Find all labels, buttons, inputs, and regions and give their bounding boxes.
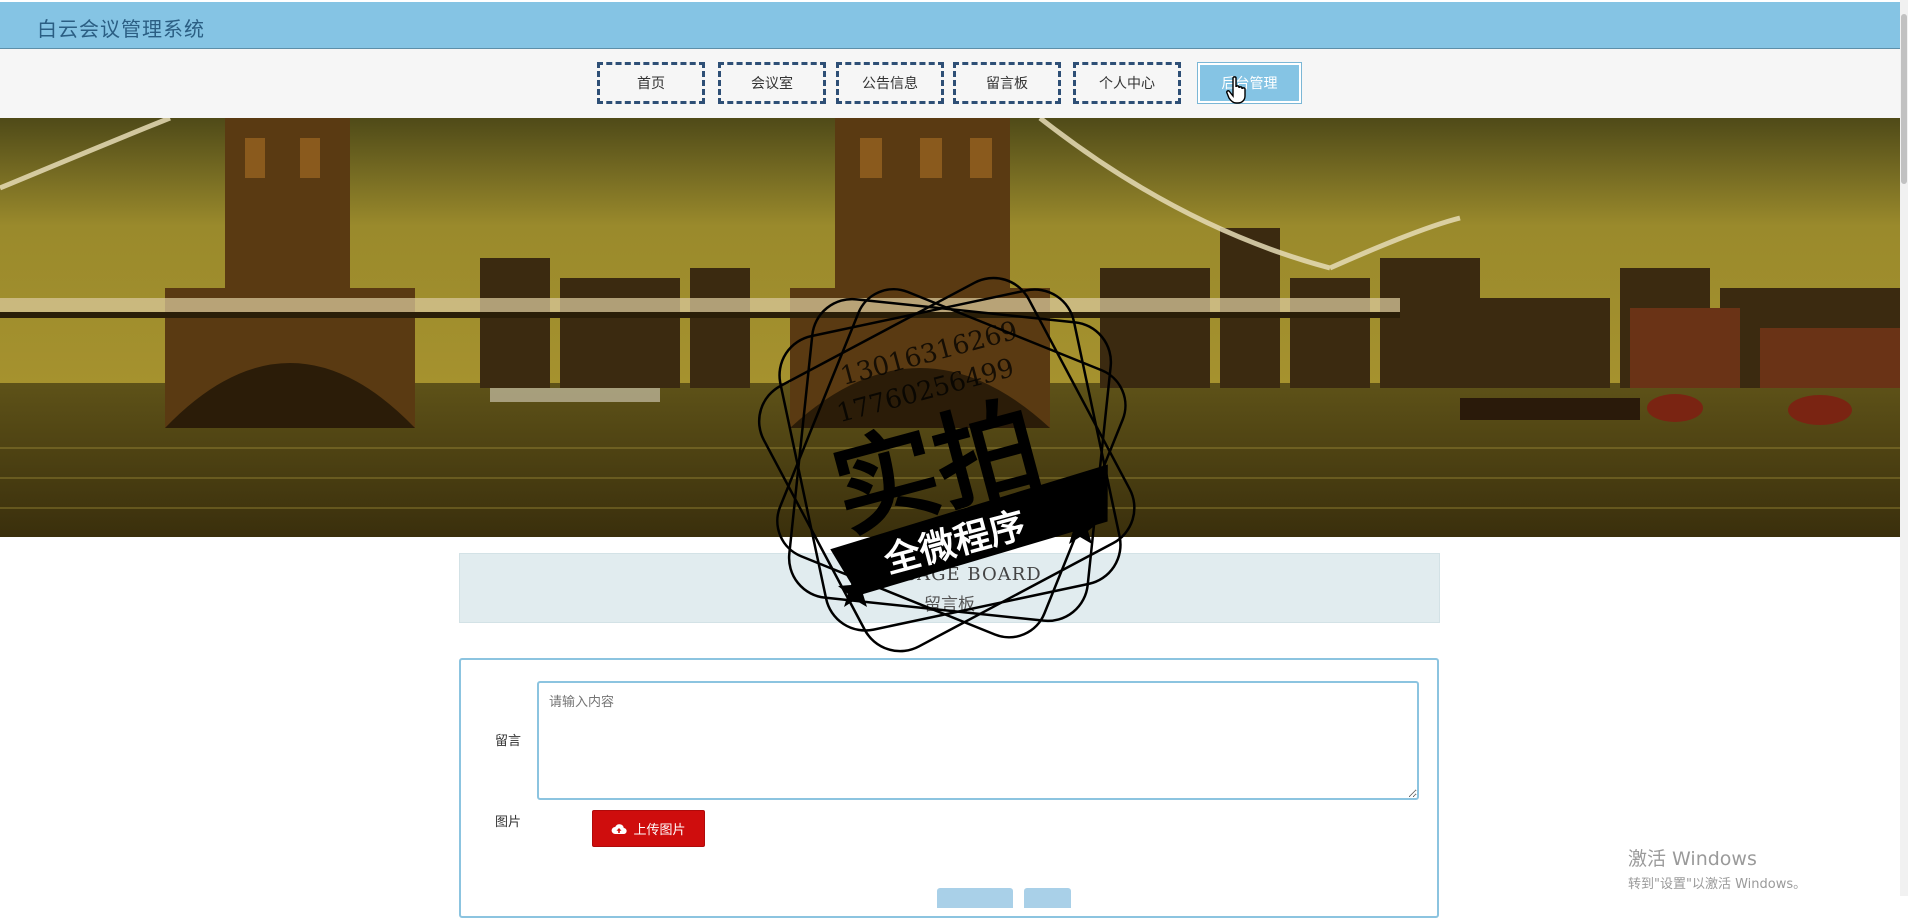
- nav-item-personal-center[interactable]: 个人中心: [1073, 62, 1181, 104]
- cloud-upload-icon: [612, 823, 628, 834]
- message-label: 留言: [495, 734, 522, 749]
- upload-image-button[interactable]: 上传图片: [592, 810, 705, 847]
- nav-item-message-board[interactable]: 留言板: [953, 62, 1061, 104]
- nav-item-admin[interactable]: 后台管理: [1197, 62, 1302, 104]
- submit-button[interactable]: [937, 888, 1013, 908]
- nav-item-home[interactable]: 首页: [597, 62, 705, 104]
- top-header: 白云会议管理系统: [0, 0, 1900, 49]
- message-form: 留言 图片 上传图片: [459, 658, 1439, 918]
- reset-button[interactable]: [1024, 888, 1071, 908]
- section-title-en: MESSAGE BOARD: [857, 564, 1042, 585]
- activation-line-2: 转到"设置"以激活 Windows。: [1628, 877, 1807, 892]
- bridge-illustration: [0, 118, 1900, 537]
- image-label: 图片: [495, 815, 522, 830]
- app-title: 白云会议管理系统: [37, 17, 205, 41]
- message-textarea[interactable]: [537, 681, 1419, 800]
- windows-activation-notice: 激活 Windows 转到"设置"以激活 Windows。: [1628, 844, 1806, 892]
- hand-cursor-icon: [1226, 76, 1246, 104]
- main-nav: 首页 会议室 公告信息 留言板 个人中心 后台管理: [0, 49, 1900, 118]
- section-title-cn: 留言板: [924, 595, 975, 615]
- scrollbar-thumb[interactable]: [1901, 14, 1907, 184]
- section-heading: MESSAGE BOARD 留言板: [459, 553, 1440, 623]
- nav-item-meeting-rooms[interactable]: 会议室: [718, 62, 826, 104]
- activation-line-1: 激活 Windows: [1628, 848, 1757, 870]
- hero-banner-image: [0, 118, 1900, 537]
- upload-button-label: 上传图片: [633, 823, 686, 838]
- nav-item-announcements[interactable]: 公告信息: [836, 62, 944, 104]
- vertical-scrollbar[interactable]: [1900, 0, 1908, 896]
